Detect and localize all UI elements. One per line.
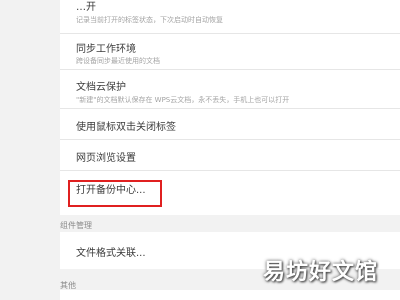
- file-format-assoc-title: 文件格式关联...: [76, 248, 146, 259]
- backup-center-title: 打开备份中心...: [76, 185, 146, 196]
- site-watermark: 易坊好文馆: [262, 260, 378, 285]
- doc-cloud-desc: "新建"的文档默认保存在 WPS云文档，永不丢失，手机上也可以打开: [76, 96, 290, 104]
- dblclick-close-setting[interactable]: 使用鼠标双击关闭标签: [60, 109, 400, 140]
- sync-workspace-title: 同步工作环境: [76, 44, 136, 55]
- dblclick-close-title: 使用鼠标双击关闭标签: [76, 122, 176, 133]
- restore-tabs-setting[interactable]: …开 记录当前打开的标签状态，下次启动时自动恢复: [60, 0, 400, 34]
- web-browse-title: 网页浏览设置: [76, 153, 136, 164]
- backup-center-setting[interactable]: 打开备份中心...: [60, 171, 400, 215]
- component-mgmt-label: 组件管理: [60, 221, 92, 230]
- restore-tabs-desc: 记录当前打开的标签状态，下次启动时自动恢复: [76, 16, 223, 24]
- doc-cloud-title: 文档云保护: [76, 82, 126, 93]
- general-settings-card: …开 记录当前打开的标签状态，下次启动时自动恢复 同步工作环境 跨设备同步最近使…: [60, 0, 400, 215]
- sync-workspace-desc: 跨设备同步最近使用的文档: [76, 57, 160, 65]
- web-browse-setting[interactable]: 网页浏览设置: [60, 140, 400, 171]
- restore-tabs-title: …开: [76, 2, 96, 13]
- doc-cloud-setting[interactable]: 文档云保护 "新建"的文档默认保存在 WPS云文档，永不丢失，手机上也可以打开: [60, 70, 400, 109]
- sync-workspace-setting[interactable]: 同步工作环境 跨设备同步最近使用的文档: [60, 34, 400, 70]
- other-settings-card: [60, 290, 400, 300]
- settings-page: …开 记录当前打开的标签状态，下次启动时自动恢复 同步工作环境 跨设备同步最近使…: [0, 0, 400, 300]
